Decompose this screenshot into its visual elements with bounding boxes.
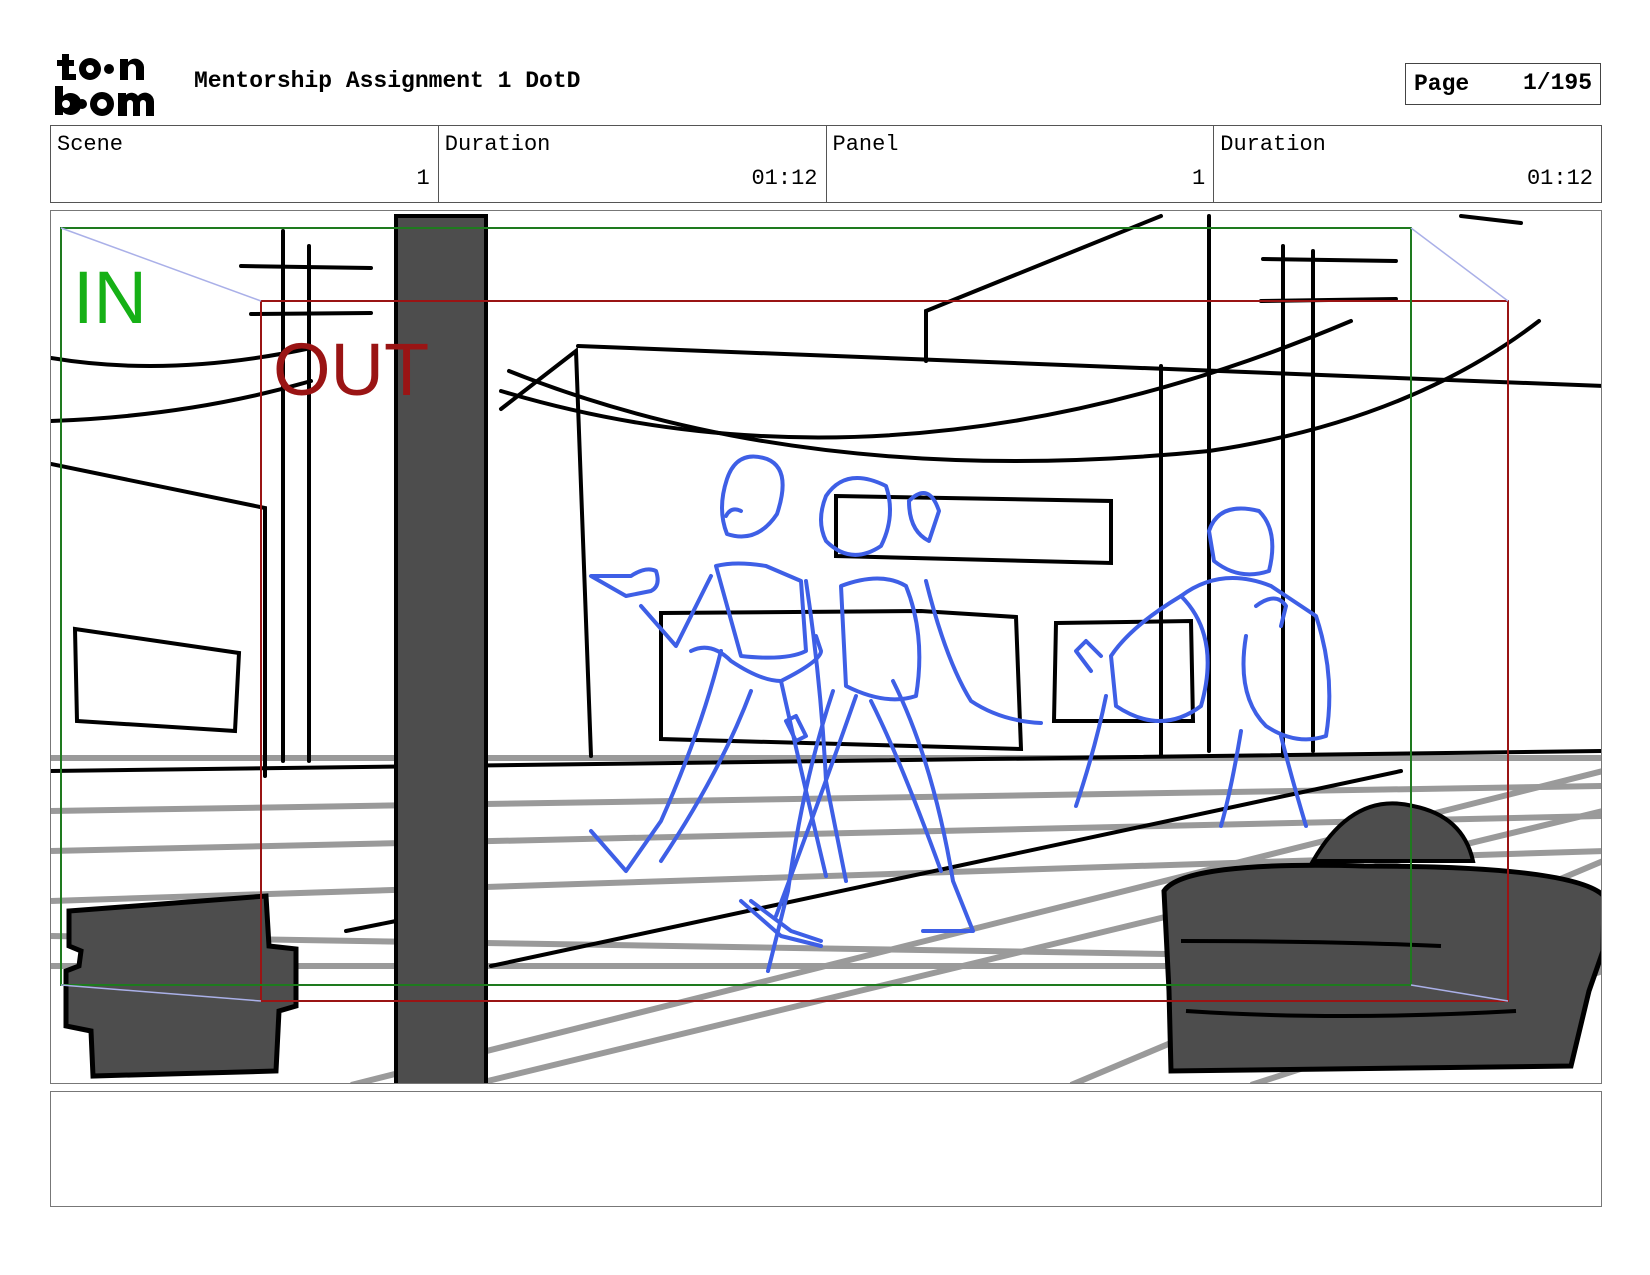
in-frame-label: IN <box>73 256 147 339</box>
right-planter <box>1161 862 1601 1074</box>
panel-duration-value: 01:12 <box>1526 166 1593 191</box>
panel-cell: Panel 1 <box>827 126 1215 202</box>
scene-value: 1 <box>416 166 430 191</box>
panel-duration-cell: Duration 01:12 <box>1214 126 1601 202</box>
page-number: 1/195 <box>1522 70 1592 96</box>
page-label: Page <box>1414 71 1470 97</box>
out-frame-label: OUT <box>273 328 430 411</box>
storyboard-panel-image: IN OUT <box>50 210 1602 1084</box>
panel-info-row: Scene 1 Duration 01:12 Panel 1 Duration … <box>50 125 1602 203</box>
panel-notes-area <box>50 1091 1602 1207</box>
panel-label: Panel <box>832 132 899 157</box>
panel-duration-label: Duration <box>1220 132 1326 157</box>
scene-cell: Scene 1 <box>51 126 439 202</box>
toon-boom-logo <box>55 54 155 116</box>
scene-duration-label: Duration <box>444 132 551 157</box>
panel-value: 1 <box>1192 166 1206 191</box>
scene-duration-value: 01:12 <box>751 166 818 191</box>
scene-duration-cell: Duration 01:12 <box>439 126 827 202</box>
project-title: Mentorship Assignment 1 DotD <box>194 68 581 94</box>
scene-label: Scene <box>57 132 124 157</box>
page-indicator: Page 1/195 <box>1405 63 1601 105</box>
